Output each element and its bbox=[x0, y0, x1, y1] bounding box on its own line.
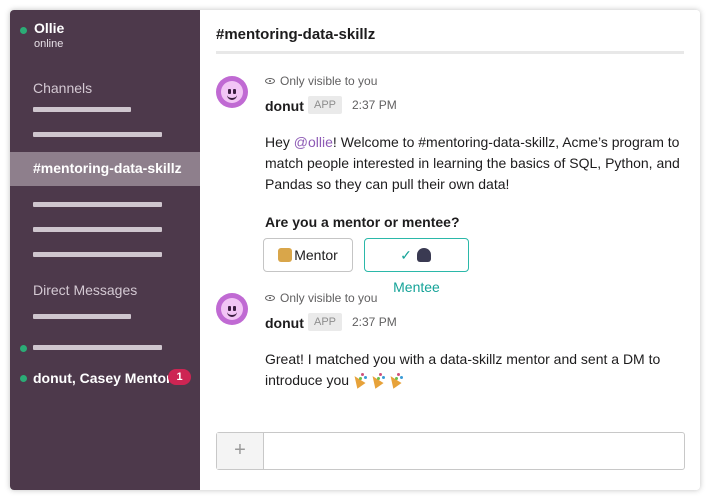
visibility-text: Only visible to you bbox=[280, 291, 378, 305]
text-before: Hey bbox=[265, 134, 294, 150]
party-popper-emoji-icon bbox=[371, 373, 385, 387]
avatar-eye bbox=[228, 306, 231, 311]
message: Only visible to you donut APP 2:37 PM Gr… bbox=[216, 291, 686, 403]
user-mention[interactable]: @ollie bbox=[294, 134, 333, 150]
channel-title[interactable]: #mentoring-data-skillz bbox=[216, 26, 375, 43]
avatar-face bbox=[221, 81, 243, 103]
main-pane: #mentoring-data-skillz Only visible to y… bbox=[200, 10, 700, 490]
sender-name[interactable]: donut bbox=[265, 98, 304, 114]
current-user[interactable]: Ollie online bbox=[10, 18, 200, 54]
mentor-button[interactable]: Mentor bbox=[263, 238, 353, 272]
dm-placeholder bbox=[33, 345, 162, 350]
visibility-note: Only visible to you bbox=[265, 74, 377, 88]
user-status: online bbox=[34, 38, 64, 50]
eye-icon bbox=[265, 295, 275, 301]
mentor-emoji-icon bbox=[278, 248, 293, 262]
channel-placeholder[interactable] bbox=[33, 202, 162, 207]
presence-dot-icon bbox=[20, 345, 27, 352]
direct-messages-section-title[interactable]: Direct Messages bbox=[33, 282, 137, 298]
app-badge: APP bbox=[308, 313, 343, 331]
message-text: Great! I matched you with a data-skillz … bbox=[265, 349, 690, 391]
donut-avatar-icon[interactable] bbox=[216, 293, 248, 325]
check-icon: ✓ bbox=[400, 247, 412, 263]
question-text: Are you a mentor or mentee? bbox=[265, 214, 460, 230]
avatar-eye bbox=[233, 306, 236, 311]
donut-avatar-icon[interactable] bbox=[216, 76, 248, 108]
message-input[interactable] bbox=[265, 433, 684, 469]
dm-label: donut, Casey Mentor bbox=[33, 370, 172, 386]
channel-placeholder[interactable] bbox=[33, 252, 162, 257]
visibility-note: Only visible to you bbox=[265, 291, 377, 305]
user-name: Ollie bbox=[34, 20, 65, 36]
channel-placeholder[interactable] bbox=[33, 227, 162, 232]
message-body: Great! I matched you with a data-skillz … bbox=[265, 351, 661, 388]
sidebar: Ollie online Channels #mentoring-data-sk… bbox=[10, 10, 200, 490]
avatar-face bbox=[221, 298, 243, 320]
avatar-mouth bbox=[227, 95, 237, 100]
party-popper-emoji-icon bbox=[353, 373, 367, 387]
mentee-emoji-icon bbox=[416, 248, 431, 262]
dm-placeholder[interactable] bbox=[33, 314, 131, 319]
message-text: Hey @ollie! Welcome to #mentoring-data-s… bbox=[265, 132, 690, 195]
sidebar-item-mentoring-data-skillz[interactable]: #mentoring-data-skillz bbox=[10, 152, 200, 186]
channel-header: #mentoring-data-skillz bbox=[216, 10, 684, 54]
app-badge: APP bbox=[308, 96, 343, 114]
message-time[interactable]: 2:37 PM bbox=[352, 98, 397, 112]
channels-section-title[interactable]: Channels bbox=[33, 80, 92, 96]
presence-dot-icon bbox=[20, 27, 27, 34]
plus-icon[interactable]: + bbox=[217, 433, 264, 469]
active-channel-label: #mentoring-data-skillz bbox=[33, 160, 182, 176]
slack-window: Ollie online Channels #mentoring-data-sk… bbox=[10, 10, 700, 490]
sender-name[interactable]: donut bbox=[265, 315, 304, 331]
message: Only visible to you donut APP 2:37 PM He… bbox=[216, 74, 686, 295]
visibility-text: Only visible to you bbox=[280, 74, 378, 88]
dm-placeholder-row[interactable] bbox=[10, 338, 200, 358]
message-time[interactable]: 2:37 PM bbox=[352, 315, 397, 329]
avatar-mouth bbox=[227, 312, 237, 317]
channel-placeholder[interactable] bbox=[33, 132, 162, 137]
mentor-button-label: Mentor bbox=[294, 247, 338, 263]
unread-badge: 1 bbox=[168, 369, 191, 385]
presence-dot-icon bbox=[20, 375, 27, 382]
channel-placeholder[interactable] bbox=[33, 107, 131, 112]
sidebar-item-donut-casey-mentor[interactable]: donut, Casey Mentor 1 bbox=[10, 368, 200, 388]
avatar-eye bbox=[228, 89, 231, 94]
message-composer: + bbox=[216, 432, 685, 470]
eye-icon bbox=[265, 78, 275, 84]
party-popper-emoji-icon bbox=[389, 373, 403, 387]
mentee-button[interactable]: ✓Mentee bbox=[364, 238, 469, 295]
avatar-eye bbox=[233, 89, 236, 94]
